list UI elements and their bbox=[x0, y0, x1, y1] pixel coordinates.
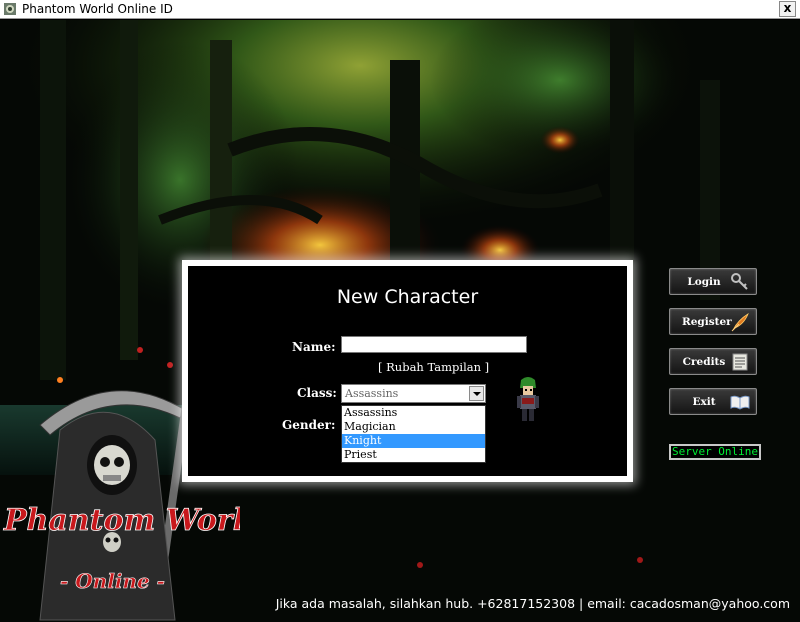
credits-button[interactable]: Credits bbox=[669, 348, 757, 375]
dialog-title: New Character bbox=[336, 286, 479, 308]
class-select[interactable]: Assassins bbox=[341, 384, 486, 403]
class-dropdown-list: Assassins Magician Knight Priest bbox=[341, 405, 486, 463]
class-option[interactable]: Magician bbox=[342, 420, 485, 434]
name-input[interactable] bbox=[341, 336, 527, 353]
class-option[interactable]: Priest bbox=[342, 448, 485, 462]
gender-label: Gender: bbox=[282, 418, 336, 432]
class-label: Class: bbox=[297, 386, 337, 400]
scroll-icon bbox=[732, 353, 748, 371]
character-preview-sprite bbox=[517, 377, 539, 421]
app-icon bbox=[4, 3, 16, 15]
key-icon bbox=[731, 273, 748, 290]
class-option[interactable]: Assassins bbox=[342, 406, 485, 420]
logo-text-sub: - Online - bbox=[60, 569, 165, 593]
new-character-dialog: New Character Name: [ Rubah Tampilan ] C… bbox=[182, 260, 633, 482]
feather-quill-icon bbox=[731, 313, 749, 332]
close-button[interactable]: x bbox=[779, 1, 796, 17]
footer-contact-info: Jika ada masalah, silahkan hub. +6281715… bbox=[275, 596, 790, 611]
book-icon bbox=[730, 395, 750, 410]
register-button-label: Register bbox=[682, 316, 732, 328]
window-title: Phantom World Online ID bbox=[22, 2, 173, 16]
logo-text-main: Phantom World bbox=[3, 503, 240, 538]
name-label: Name: bbox=[292, 340, 336, 354]
register-button[interactable]: Register bbox=[669, 308, 757, 335]
login-button-label: Login bbox=[687, 276, 721, 288]
exit-button[interactable]: Exit bbox=[669, 388, 757, 415]
credits-button-label: Credits bbox=[682, 356, 726, 368]
chevron-down-icon[interactable] bbox=[469, 386, 484, 401]
change-look-link[interactable]: [ Rubah Tampilan ] bbox=[378, 360, 489, 374]
class-selected-value: Assassins bbox=[345, 387, 399, 400]
server-status-indicator: Server Online bbox=[669, 444, 761, 460]
login-button[interactable]: Login bbox=[669, 268, 757, 295]
class-option-highlighted[interactable]: Knight bbox=[342, 434, 485, 448]
exit-button-label: Exit bbox=[692, 396, 716, 408]
window-titlebar: Phantom World Online ID x bbox=[0, 0, 800, 19]
